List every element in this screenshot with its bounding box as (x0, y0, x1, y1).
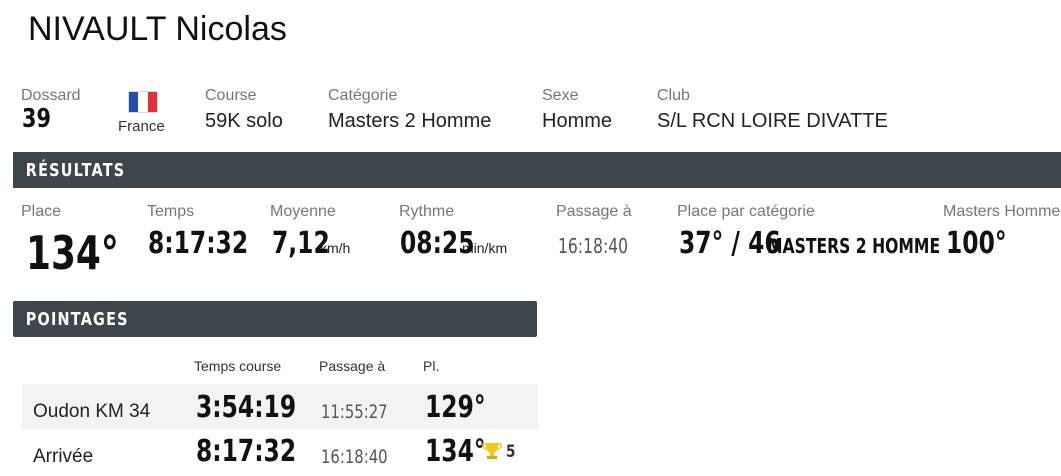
pace-value: 08:25min/km (400, 226, 508, 261)
checkpoint-passage: 16:18:40 (321, 446, 388, 468)
place-gain: 5 (506, 442, 516, 462)
checkpoint-name: Oudon KM 34 (33, 401, 151, 422)
passage-value: 16:18:40 (558, 234, 629, 258)
results-title: RÉSULTATS (25, 159, 126, 181)
athlete-name: NIVAULT Nicolas (28, 10, 287, 48)
place-value: 134° (26, 226, 119, 280)
avg-value: 7,12km/h (272, 226, 351, 261)
checkpoint-place: 129° (425, 390, 486, 425)
col-time-header: Temps course (194, 358, 282, 374)
trophy-icon (482, 441, 502, 464)
masters-label: Masters Homme (943, 203, 1061, 220)
bib-label: Dossard (21, 87, 81, 104)
pace-label: Rythme (399, 203, 455, 220)
category-label: Catégorie (328, 87, 398, 104)
france-flag-icon (128, 91, 158, 113)
club-value: S/L RCN LOIRE DIVATTE (657, 110, 888, 132)
checkpoints-title: POINTAGES (25, 308, 129, 330)
time-value: 8:17:32 (148, 226, 249, 261)
course-label: Course (205, 87, 257, 104)
club-label: Club (657, 87, 690, 104)
masters-value: 100° (946, 226, 1007, 261)
col-passage-header: Passage à (319, 358, 386, 374)
course-value: 59K solo (205, 110, 283, 132)
place-label: Place (21, 203, 62, 220)
bib-value: 39 (22, 104, 51, 134)
checkpoints-header: POINTAGES (13, 301, 537, 337)
cat-place-label: Place par catégorie (677, 203, 815, 220)
sex-value: Homme (542, 110, 613, 132)
country-label: France (118, 118, 165, 135)
time-label: Temps (147, 203, 195, 220)
result-page: NIVAULT Nicolas Dossard 39 France Course… (0, 0, 1061, 476)
cat-place-value: 37° / 46MASTERS 2 HOMME (679, 226, 941, 261)
cat-place-category: MASTERS 2 HOMME (767, 234, 941, 258)
avg-label: Moyenne (270, 203, 336, 220)
col-place-header: Pl. (423, 358, 440, 374)
passage-label: Passage à (556, 203, 632, 220)
checkpoint-time: 8:17:32 (196, 434, 297, 469)
checkpoint-time: 3:54:19 (196, 390, 297, 425)
category-value: Masters 2 Homme (328, 110, 492, 132)
checkpoint-name: Arrivée (33, 446, 94, 467)
results-header: RÉSULTATS (13, 152, 1061, 188)
sex-label: Sexe (542, 87, 579, 104)
checkpoint-passage: 11:55:27 (321, 401, 388, 423)
